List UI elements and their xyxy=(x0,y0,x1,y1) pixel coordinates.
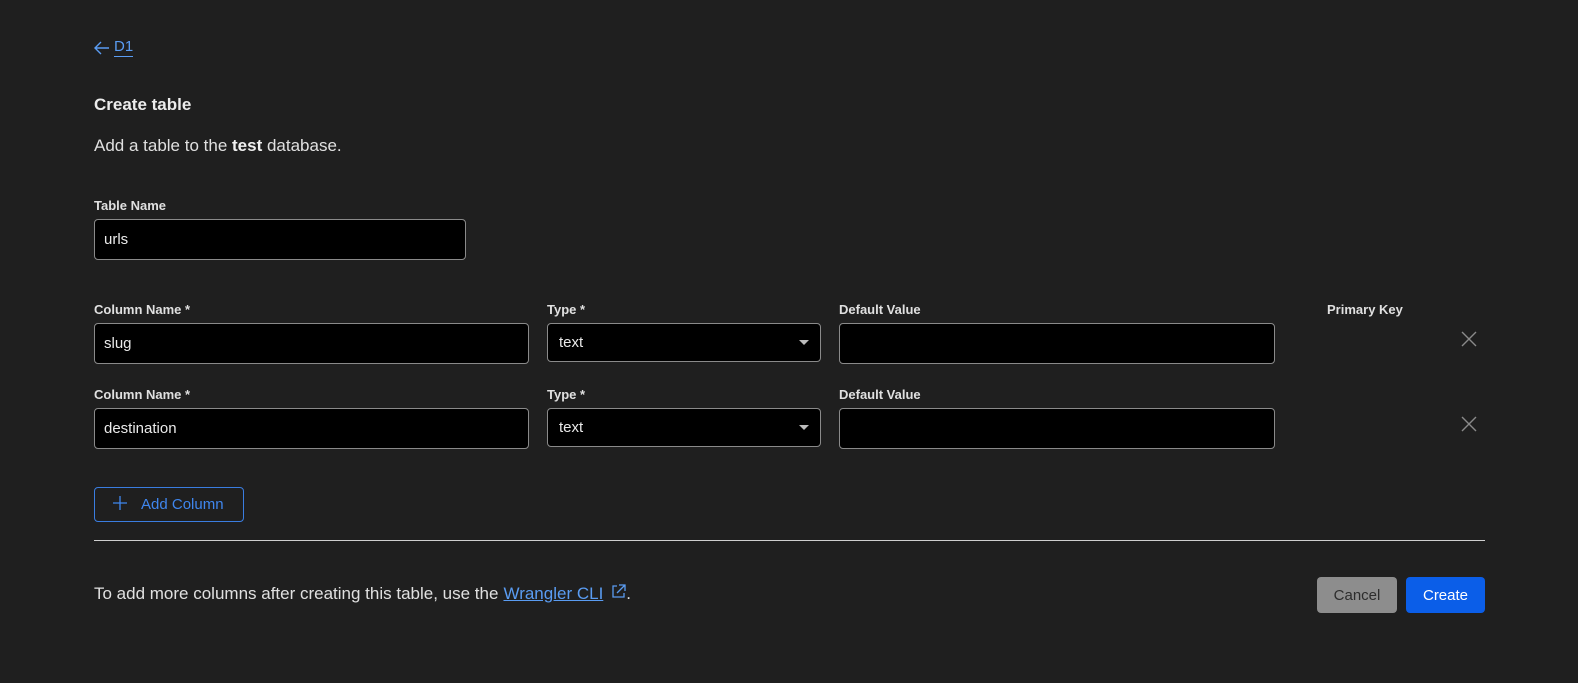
type-select-value: text xyxy=(559,419,584,436)
table-name-input[interactable] xyxy=(94,219,466,260)
column-name-label: Column Name * xyxy=(94,387,191,402)
create-button[interactable]: Create xyxy=(1406,577,1485,613)
back-link-label: D1 xyxy=(114,38,134,57)
database-name: test xyxy=(232,136,263,155)
column-name-label: Column Name * xyxy=(94,302,191,317)
table-name-label: Table Name xyxy=(94,198,167,213)
add-column-button[interactable]: Add Column xyxy=(94,487,244,522)
close-icon xyxy=(1461,331,1477,347)
wrangler-cli-link[interactable]: Wrangler CLI xyxy=(503,584,603,604)
type-select[interactable]: text xyxy=(547,408,821,447)
plus-icon xyxy=(113,495,127,514)
footer-text: To add more columns after creating this … xyxy=(94,584,499,603)
remove-column-button[interactable] xyxy=(1458,328,1480,350)
remove-column-button[interactable] xyxy=(1458,413,1480,435)
default-value-label: Default Value xyxy=(839,387,921,402)
type-select-value: text xyxy=(559,334,584,351)
type-label: Type * xyxy=(547,302,586,317)
primary-key-label: Primary Key xyxy=(1327,302,1403,317)
page-title: Create table xyxy=(94,95,192,114)
caret-down-icon xyxy=(799,340,809,345)
page-subtitle: Add a table to the test database. xyxy=(94,136,342,156)
arrow-left-icon xyxy=(94,41,110,55)
subtitle-prefix: Add a table to the xyxy=(94,136,232,155)
close-icon xyxy=(1461,416,1477,432)
column-name-input[interactable] xyxy=(94,408,529,449)
caret-down-icon xyxy=(799,425,809,430)
external-link-icon xyxy=(611,584,626,604)
back-link[interactable]: D1 xyxy=(94,38,134,57)
default-value-input[interactable] xyxy=(839,323,1275,364)
default-value-label: Default Value xyxy=(839,302,921,317)
default-value-input[interactable] xyxy=(839,408,1275,449)
footer-trailing: . xyxy=(626,584,632,603)
footer-note: To add more columns after creating this … xyxy=(94,584,631,604)
column-name-input[interactable] xyxy=(94,323,529,364)
type-select[interactable]: text xyxy=(547,323,821,362)
cancel-button[interactable]: Cancel xyxy=(1317,577,1397,613)
add-column-label: Add Column xyxy=(141,496,224,513)
divider xyxy=(94,540,1485,541)
subtitle-suffix: database. xyxy=(262,136,342,155)
type-label: Type * xyxy=(547,387,586,402)
create-table-page: D1 Create table Add a table to the test … xyxy=(0,0,1578,683)
